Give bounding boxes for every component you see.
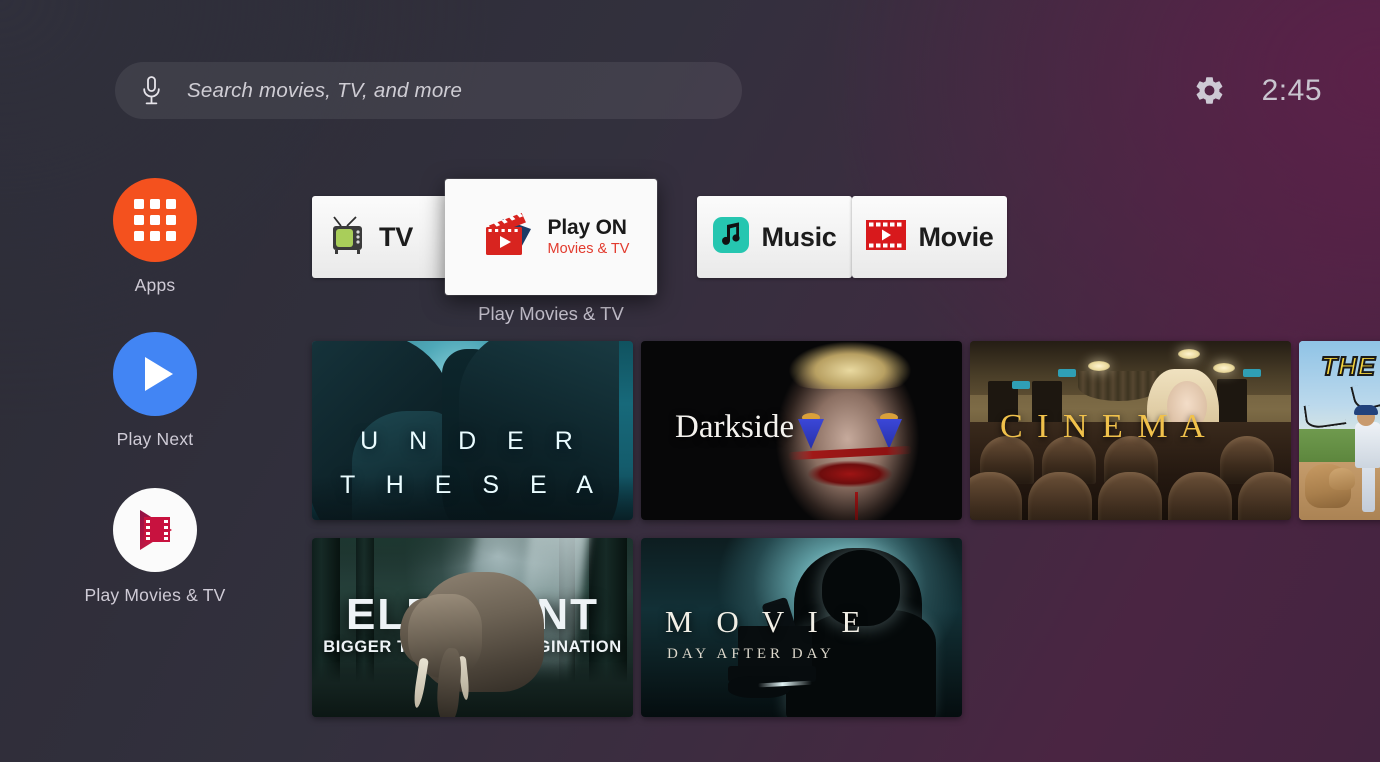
app-name-movie: Movie	[918, 221, 994, 252]
sidebar-item-play-movies-tv[interactable]: Play Movies & TV	[0, 488, 310, 606]
tile-title: Darkside	[675, 409, 795, 445]
app-row: TV Music Movie Play ON Movies & TV	[312, 179, 1007, 295]
tile-title-line2: T H E S E A	[340, 471, 605, 499]
top-bar: Search movies, TV, and more 2:45	[0, 0, 1380, 150]
top-bar-right: 2:45	[1192, 62, 1380, 119]
tile-title-line1: U N D E R	[360, 427, 585, 455]
search-placeholder-text: Search movies, TV, and more	[187, 78, 463, 102]
play-triangle-icon	[113, 332, 197, 416]
tv-home-screen: Search movies, TV, and more 2:45 Apps Pl…	[0, 0, 1380, 762]
app-card-music[interactable]: Music	[697, 196, 852, 278]
tile-title: ELEPHANT	[345, 590, 600, 639]
content-tile-darkside[interactable]: Darkside	[641, 341, 962, 520]
sidebar-label-play-next: Play Next	[116, 429, 194, 449]
tile-art-shape	[1243, 369, 1261, 377]
tile-title: THE	[1320, 350, 1376, 382]
content-row-2: ELEPHANT BIGGER THAN YOUR IMAGINATION M …	[312, 538, 1380, 717]
tile-subtitle: DAY AFTER DAY	[667, 646, 835, 662]
focused-app-label: Play Movies & TV	[478, 303, 624, 324]
app-name-tv: TV	[379, 221, 413, 252]
tile-art-shape	[312, 661, 633, 717]
tile-art-shape	[1168, 472, 1232, 520]
content-tile-under-the-sea[interactable]: U N D E R T H E S E A	[312, 341, 633, 520]
app-card-play-on-focused[interactable]: Play ON Movies & TV	[445, 179, 657, 295]
tile-art-shape	[1217, 379, 1247, 425]
tile-art-shape	[780, 341, 920, 389]
microphone-icon[interactable]	[115, 75, 187, 106]
retro-tv-icon	[330, 215, 368, 260]
sidebar-label-apps: Apps	[134, 275, 176, 295]
play-movies-logo-icon	[113, 488, 197, 572]
tile-art-shape	[1088, 361, 1110, 371]
tile-art-shape	[1178, 349, 1200, 359]
tile-art-shape	[1329, 468, 1355, 490]
apps-grid-icon	[113, 178, 197, 262]
tile-art-shape	[1213, 363, 1235, 373]
tile-subtitle: BIGGER THAN YOUR IMAGINATION	[323, 638, 622, 656]
sidebar: Apps Play Next Play Movies & TV	[0, 178, 310, 644]
tile-art-shape	[855, 492, 858, 520]
tile-art-shape	[1098, 472, 1162, 520]
music-note-icon	[712, 216, 750, 259]
app-subtitle-play-on: Movies & TV	[547, 240, 630, 257]
tile-title: M O V I E	[665, 604, 869, 639]
content-row-1: U N D E R T H E S E A Darkside C I N E M…	[312, 341, 1380, 520]
tile-art-shape	[1012, 381, 1030, 389]
search-input[interactable]: Search movies, TV, and more	[115, 62, 742, 119]
tile-art-shape	[1355, 422, 1380, 468]
app-card-movie[interactable]: Movie	[852, 196, 1007, 278]
content-rows: U N D E R T H E S E A Darkside C I N E M…	[312, 341, 1380, 735]
app-name-music: Music	[761, 221, 837, 252]
tile-art-shape	[800, 457, 900, 491]
film-strip-play-icon	[865, 218, 907, 257]
clock: 2:45	[1261, 73, 1322, 107]
content-tile-movie-day-after-day[interactable]: M O V I E DAY AFTER DAY	[641, 538, 962, 717]
gear-icon[interactable]	[1192, 73, 1228, 109]
content-tile-the[interactable]: THE	[1299, 341, 1380, 520]
content-tile-elephant[interactable]: ELEPHANT BIGGER THAN YOUR IMAGINATION	[312, 538, 633, 717]
tile-art-shape	[1028, 472, 1092, 520]
sidebar-label-play-movies-tv: Play Movies & TV	[84, 585, 226, 605]
clapperboard-icon	[473, 203, 539, 272]
app-name-play-on: Play ON	[547, 215, 627, 239]
tile-art-shape	[1354, 405, 1378, 415]
tile-title: C I N E M A	[1000, 408, 1208, 445]
content-tile-cinema[interactable]: C I N E M A	[970, 341, 1291, 520]
sidebar-item-play-next[interactable]: Play Next	[0, 332, 310, 450]
tile-art-shape	[1058, 369, 1076, 377]
sidebar-item-apps[interactable]: Apps	[0, 178, 310, 296]
